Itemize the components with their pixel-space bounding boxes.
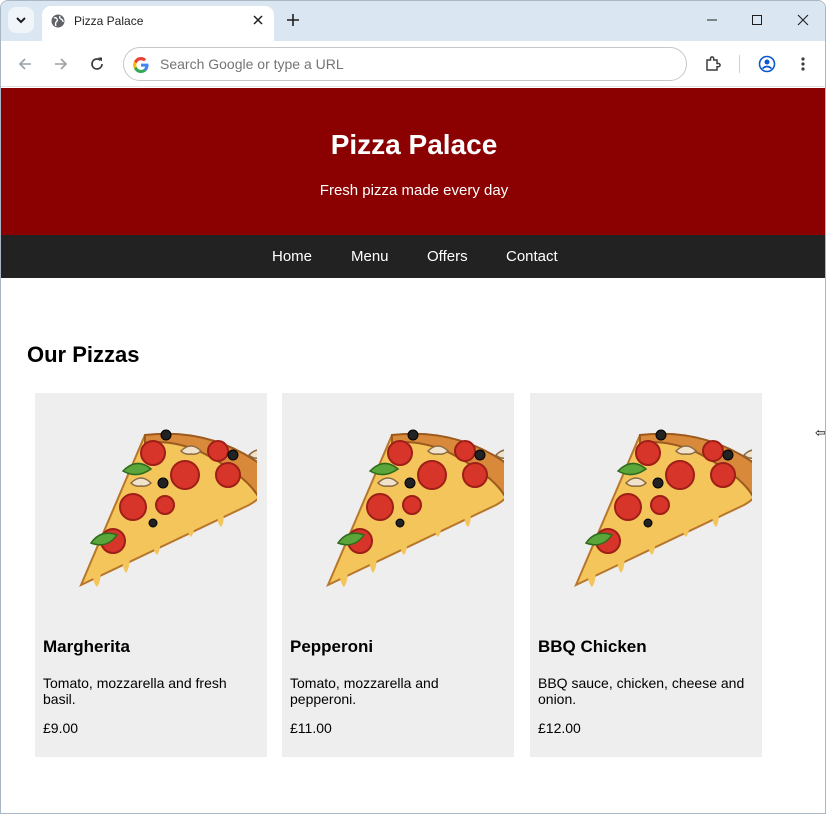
- omnibox-input[interactable]: [160, 56, 660, 72]
- pizza-name: Margherita: [43, 637, 130, 656]
- new-tab-button[interactable]: [284, 11, 302, 29]
- browser-toolbar: [1, 41, 825, 87]
- pizza-description: Tomato, mozzarella and fresh basil.: [43, 675, 227, 707]
- maximize-icon: [752, 15, 762, 25]
- pizza-name: Pepperoni: [290, 637, 374, 656]
- site-tagline: Fresh pizza made every day: [319, 182, 509, 199]
- close-icon: [253, 15, 263, 25]
- extensions-button[interactable]: [702, 53, 724, 75]
- arrow-left-icon: [18, 58, 31, 70]
- maximize-button[interactable]: [745, 8, 769, 32]
- pizza-slice-image: [327, 429, 504, 588]
- account-icon: [758, 55, 776, 73]
- more-vertical-icon: [801, 57, 805, 71]
- hero-header: Pizza Palace Fresh pizza made every day: [1, 88, 825, 235]
- section-title: Our Pizzas: [27, 342, 140, 367]
- puzzle-icon: [706, 56, 721, 71]
- web-page: Pizza Palace Fresh pizza made every day …: [1, 88, 826, 813]
- menu-button[interactable]: [792, 53, 814, 75]
- pizza-card-pepperoni: Pepperoni Tomato, mozzarella and peppero…: [282, 393, 514, 757]
- toolbar-separator: [739, 55, 740, 73]
- tab-pizza-palace[interactable]: Pizza Palace: [42, 6, 274, 41]
- minimize-button[interactable]: [700, 8, 724, 32]
- tab-close-button[interactable]: [250, 12, 266, 28]
- pizza-card-bbq-chicken: BBQ Chicken BBQ sauce, chicken, cheese a…: [530, 393, 762, 757]
- google-icon: [133, 57, 149, 73]
- plus-icon: [287, 14, 299, 26]
- site-title: Pizza Palace: [330, 129, 498, 160]
- chevron-down-icon: [16, 17, 26, 24]
- pizza-slice-image: [80, 429, 257, 588]
- site-nav: Home Menu Offers Contact: [1, 235, 825, 278]
- pizza-price: £12.00: [538, 720, 581, 736]
- browser-window: Pizza Palace Search Google or type a URL…: [0, 0, 826, 814]
- address-bar[interactable]: [123, 47, 687, 81]
- profile-button[interactable]: [756, 53, 778, 75]
- pizza-price: £9.00: [43, 720, 79, 736]
- nav-link-contact[interactable]: Contact: [506, 248, 558, 265]
- back-button[interactable]: [14, 53, 36, 75]
- tab-title: Pizza Palace: [74, 14, 144, 28]
- window-close-button[interactable]: [791, 8, 815, 32]
- globe-icon: [51, 14, 65, 28]
- reload-button[interactable]: [86, 53, 108, 75]
- minimize-icon: [707, 19, 717, 21]
- close-icon: [797, 14, 809, 26]
- tab-strip: Pizza Palace: [1, 1, 825, 41]
- pizza-name: BBQ Chicken: [538, 637, 647, 656]
- pizza-description: BBQ sauce, chicken, cheese and onion.: [538, 675, 745, 707]
- nav-link-offers[interactable]: Offers: [427, 248, 468, 265]
- pizza-slice-image: [575, 429, 752, 588]
- nav-link-home[interactable]: Home: [272, 248, 312, 265]
- resize-cursor-icon: ⇦: [815, 425, 826, 440]
- pizza-card-margherita: Margherita Tomato, mozzarella and fresh …: [35, 393, 267, 757]
- reload-icon: [91, 57, 103, 70]
- arrow-right-icon: [55, 58, 68, 70]
- pizza-description: Tomato, mozzarella and pepperoni.: [290, 675, 439, 707]
- tab-search-button[interactable]: [8, 7, 34, 33]
- forward-button[interactable]: [50, 53, 72, 75]
- pizza-price: £11.00: [290, 720, 332, 736]
- nav-link-menu[interactable]: Menu: [351, 248, 389, 265]
